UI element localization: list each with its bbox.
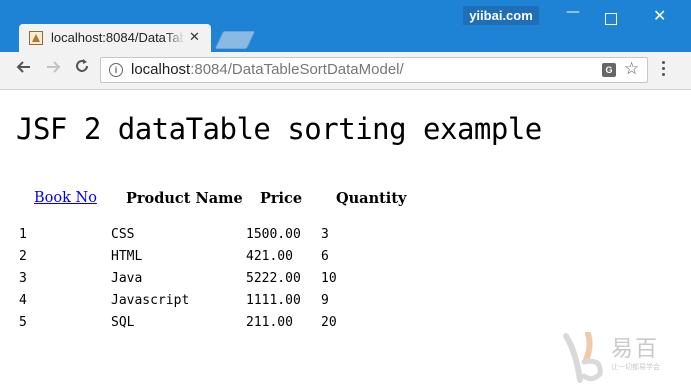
cell-product-name: Java bbox=[111, 271, 143, 286]
tab-active[interactable]: localhost:8084/DataTable ✕ bbox=[19, 24, 211, 52]
maximize-icon[interactable] bbox=[605, 13, 617, 25]
cell-book-no: 5 bbox=[19, 315, 27, 330]
logo-mark-icon bbox=[563, 332, 603, 383]
column-header-quantity: Quantity bbox=[336, 190, 407, 207]
logo-name: 易百 bbox=[611, 337, 660, 362]
cell-price: 1500.00 bbox=[246, 227, 301, 242]
browser-window: localhost:8084/DataTable ✕ yiibai.com — … bbox=[0, 0, 691, 390]
address-bar[interactable]: i localhost:8084/DataTableSortDataModel/… bbox=[100, 57, 648, 83]
cell-quantity: 6 bbox=[321, 249, 329, 264]
info-icon[interactable]: i bbox=[109, 63, 123, 77]
cell-quantity: 3 bbox=[321, 227, 329, 242]
browser-toolbar: i localhost:8084/DataTableSortDataModel/… bbox=[0, 52, 691, 90]
cell-book-no: 3 bbox=[19, 271, 27, 286]
cell-price: 5222.00 bbox=[246, 271, 301, 286]
cell-book-no: 1 bbox=[19, 227, 27, 242]
cell-product-name: Javascript bbox=[111, 293, 190, 308]
kebab-menu-icon[interactable] bbox=[662, 61, 666, 79]
translate-icon[interactable]: G bbox=[602, 63, 616, 77]
cell-price: 211.00 bbox=[246, 315, 293, 330]
column-header-price: Price bbox=[260, 190, 303, 207]
column-header-product-name: Product Name bbox=[126, 190, 243, 207]
minimize-icon[interactable]: — bbox=[566, 4, 580, 20]
cell-price: 1111.00 bbox=[246, 293, 301, 308]
watermark: yiibai.com bbox=[463, 6, 539, 25]
cell-quantity: 10 bbox=[321, 271, 337, 286]
reload-icon[interactable] bbox=[74, 58, 90, 79]
tab-close-icon[interactable]: ✕ bbox=[189, 30, 200, 45]
cell-product-name: HTML bbox=[111, 249, 143, 264]
star-icon[interactable]: ☆ bbox=[624, 59, 639, 79]
cell-product-name: CSS bbox=[111, 227, 135, 242]
logo: 易百 让一切都易学会 bbox=[556, 328, 686, 386]
column-header-book-no[interactable]: Book No bbox=[34, 190, 97, 206]
cell-product-name: SQL bbox=[111, 315, 135, 330]
cell-book-no: 4 bbox=[19, 293, 27, 308]
url-text[interactable]: localhost:8084/DataTableSortDataModel/ bbox=[131, 61, 404, 78]
cell-price: 421.00 bbox=[246, 249, 293, 264]
back-icon[interactable] bbox=[16, 59, 32, 80]
forward-icon[interactable] bbox=[45, 59, 61, 80]
cell-quantity: 9 bbox=[321, 293, 329, 308]
favicon-icon bbox=[29, 31, 43, 45]
new-tab-button[interactable] bbox=[214, 31, 256, 49]
cell-quantity: 20 bbox=[321, 315, 337, 330]
cell-book-no: 2 bbox=[19, 249, 27, 264]
title-bar: localhost:8084/DataTable ✕ yiibai.com — … bbox=[0, 0, 691, 52]
logo-tagline: 让一切都易学会 bbox=[611, 363, 660, 371]
tab-title: localhost:8084/DataTable bbox=[51, 30, 185, 45]
page-title: JSF 2 dataTable sorting example bbox=[16, 112, 542, 146]
close-window-icon[interactable]: ✕ bbox=[653, 6, 666, 25]
